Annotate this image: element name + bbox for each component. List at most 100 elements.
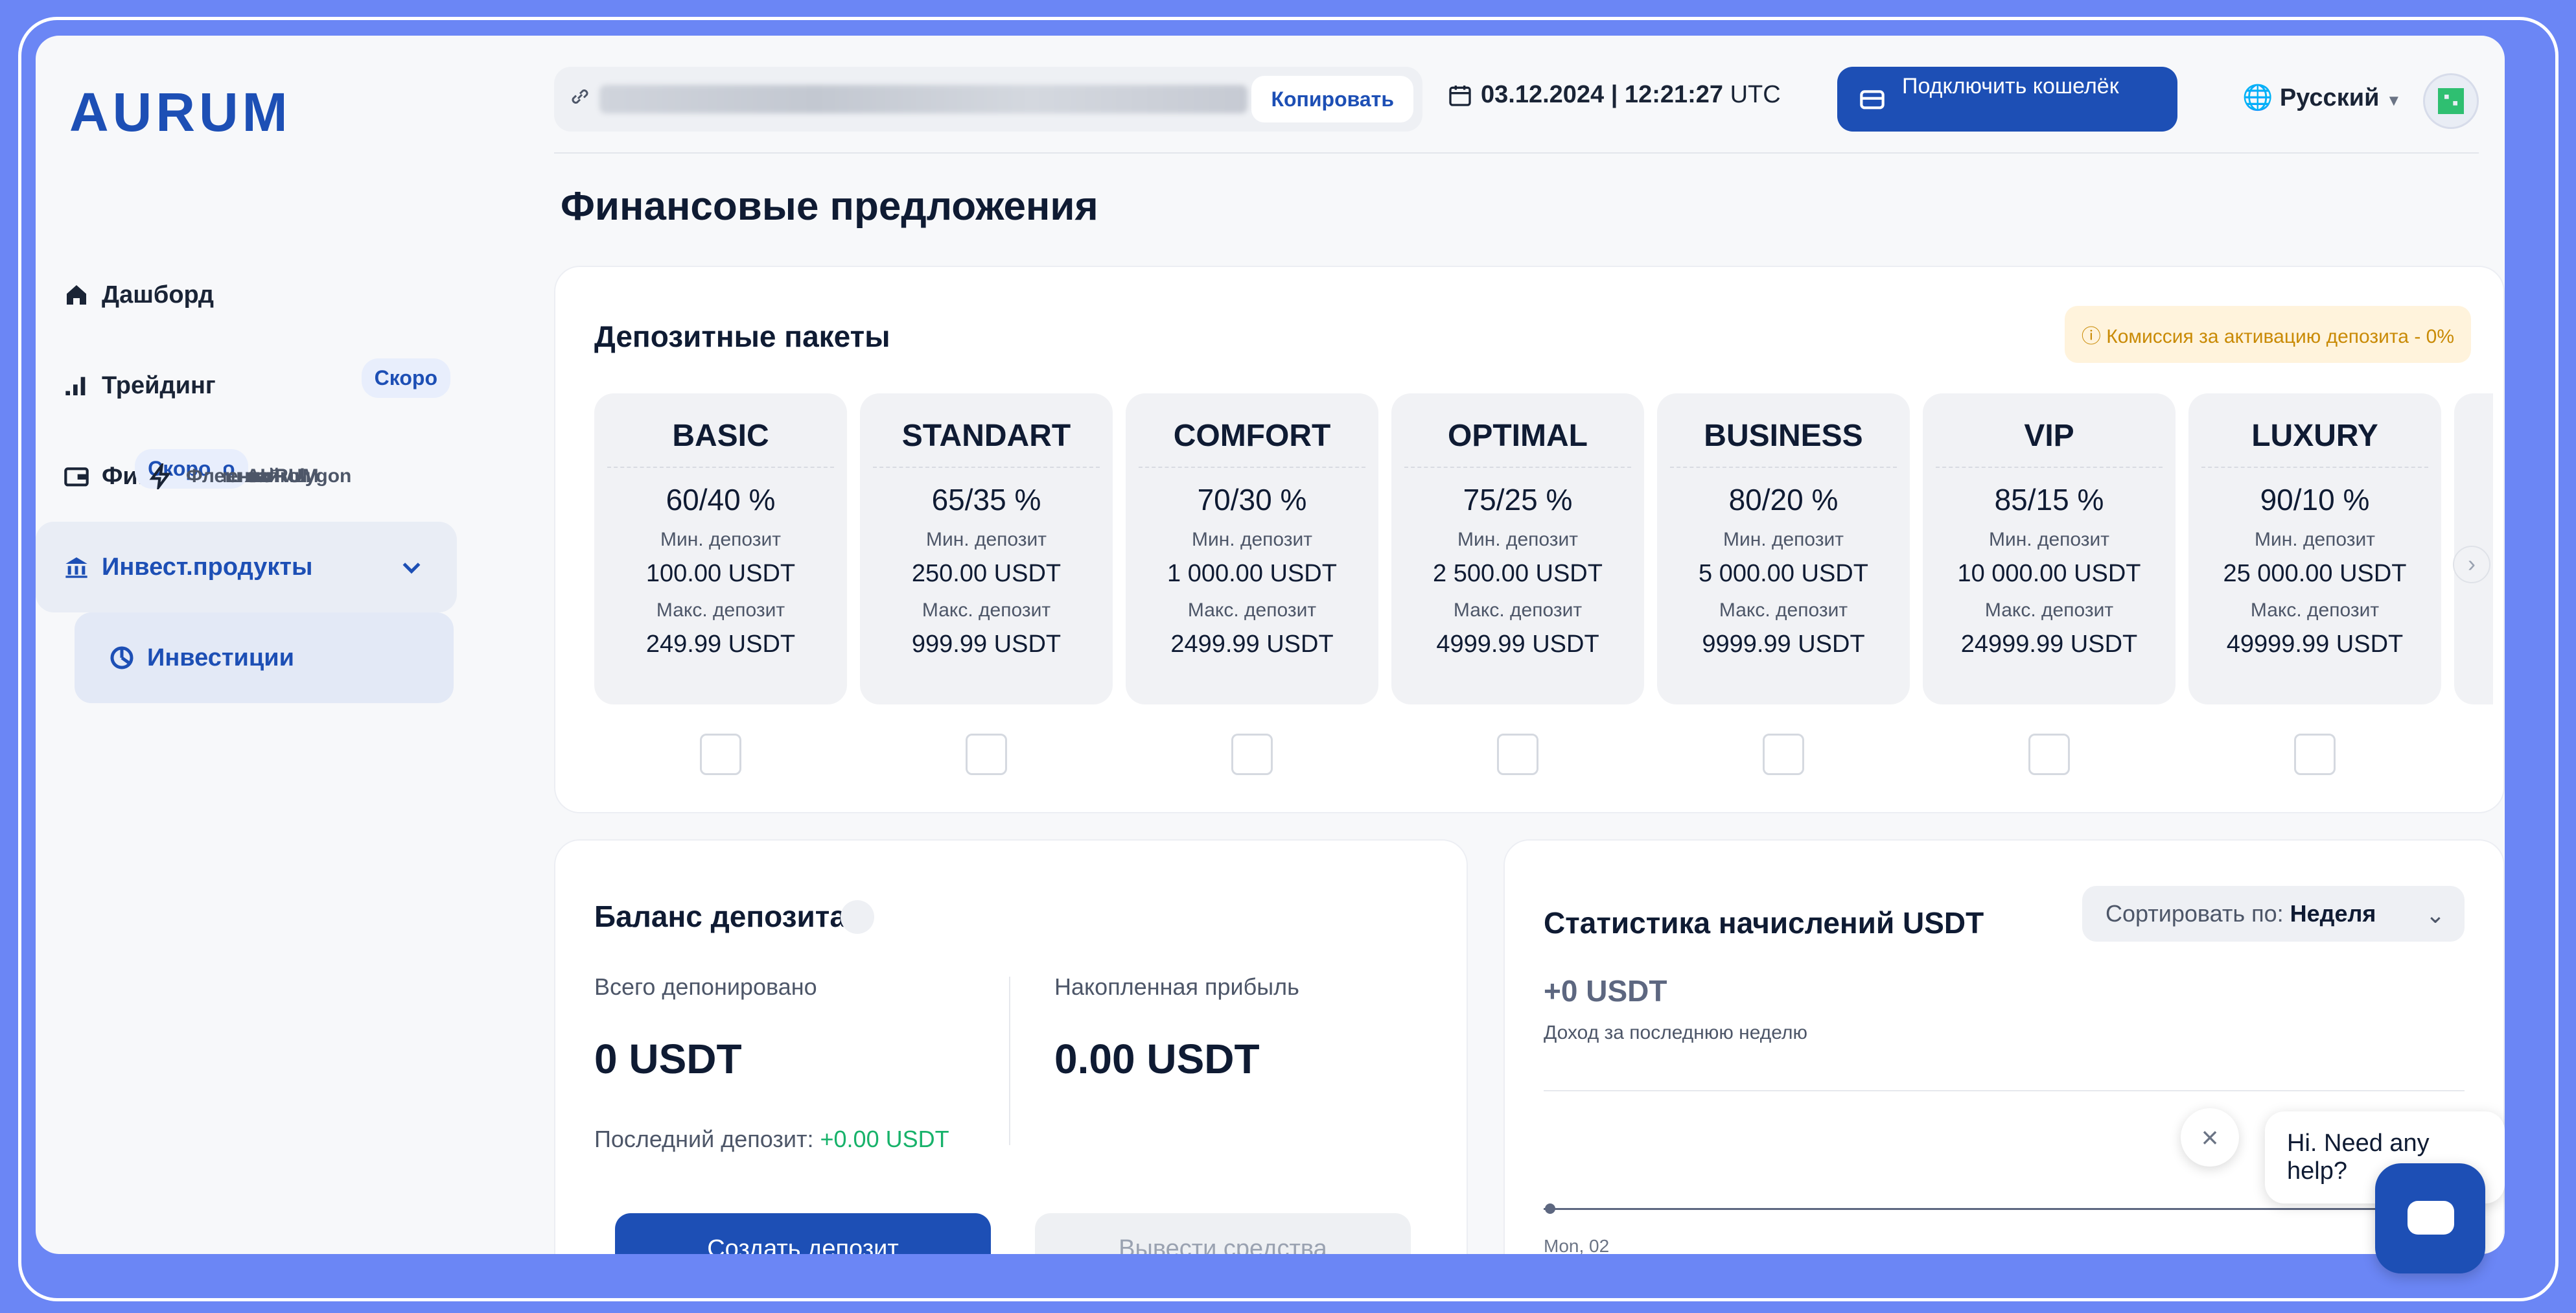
min-deposit-value: 5 000.00 USDT [1699, 560, 1868, 587]
bars-icon [62, 371, 91, 401]
soon-badge: Скоро [361, 358, 450, 398]
copy-button[interactable]: Копировать [1251, 76, 1413, 122]
withdraw-button[interactable]: Вывести средства [1035, 1213, 1411, 1254]
min-deposit-label: Мин. депозит [1457, 529, 1579, 550]
package-ratio: 80/20 % [1728, 483, 1839, 517]
package-checkbox[interactable] [1497, 734, 1538, 775]
language-select[interactable]: 🌐 Русский ▼ [2242, 84, 2402, 112]
chat-launcher-button[interactable] [2375, 1163, 2485, 1273]
link-icon [568, 85, 592, 111]
avatar[interactable] [2423, 73, 2479, 129]
x-tick-first: Mon, 02 [1544, 1236, 1610, 1254]
max-deposit-value: 999.99 USDT [911, 631, 1062, 658]
flash-icon [146, 461, 176, 491]
accumulated-profit-value: 0.00 USDT [1054, 1036, 1260, 1082]
package-card[interactable]: BASIC 60/40 % Мин. депозит 100.00 USDT Макс.… [594, 393, 847, 704]
max-deposit-value: 249.99 USDT [645, 631, 796, 658]
sidebar-item-invest-products[interactable]: Инвест.продукты [36, 522, 457, 612]
close-chat-button[interactable]: × [2181, 1108, 2239, 1167]
total-deposited-label: Всего депонировано [594, 973, 817, 1000]
language-label: Русский [2279, 84, 2380, 111]
max-deposit-label: Макс. депозит [2250, 599, 2380, 621]
package-card[interactable]: OPTIMAL 75/25 % Мин. депозит 2 500.00 USDT М… [1391, 393, 1644, 704]
max-deposit-label: Макс. депозит [1453, 599, 1583, 621]
commission-note-text: Комиссия за активацию депозита - 0% [2106, 326, 2454, 347]
package-name: COMFORT [1139, 418, 1365, 468]
aurum-logo[interactable]: AURUM [69, 81, 292, 144]
sidebar-item-trading[interactable]: Трейдинг Скоро [36, 340, 476, 431]
chevron-down-icon: ⌄ [2425, 901, 2445, 928]
package-card[interactable]: COMFORT 70/30 % Мин. депозит 1 000.00 USDT М… [1126, 393, 1378, 704]
hide-eye-icon[interactable] [841, 900, 874, 934]
max-deposit-value: 4999.99 USDT [1436, 631, 1599, 658]
accumulated-profit-label: Накопленная прибыль [1054, 973, 1299, 1000]
carousel-next-button[interactable]: › [2453, 546, 2490, 583]
max-deposit-label: Макс. депозит [1984, 599, 2114, 621]
blurred-link-text [599, 85, 1247, 113]
package-card[interactable]: BUSINESS 80/20 % Мин. депозит 5 000.00 USDT… [1657, 393, 1910, 704]
max-deposit-value: 9999.99 USDT [1702, 631, 1865, 658]
pie-icon [107, 643, 137, 673]
min-deposit-label: Мин. депозит [1191, 529, 1313, 550]
referral-link-field[interactable]: Копировать [554, 67, 1422, 132]
min-deposit-value: 25 000.00 USDT [2223, 560, 2407, 587]
globe-icon: 🌐 [2242, 84, 2273, 111]
bank-icon [62, 552, 91, 582]
connect-wallet-button[interactable]: Подключить кошелёк [1837, 67, 2177, 132]
max-deposit-label: Макс. депозит [1187, 599, 1317, 621]
package-checkbox[interactable] [1763, 734, 1804, 775]
datetime: 03.12.2024 | 12:21:27 UTC [1481, 81, 1781, 109]
max-deposit-value: 2499.99 USDT [1170, 631, 1334, 658]
wallet-icon [1859, 86, 1885, 117]
max-deposit-value: 24999.99 USDT [1960, 631, 2138, 658]
package-ratio: 85/15 % [1994, 483, 2104, 517]
package-checkbox[interactable] [700, 734, 741, 775]
sort-value: Неделя [2290, 900, 2376, 927]
min-deposit-label: Мин. депозит [925, 529, 1047, 550]
max-deposit-value: 49999.99 USDT [2226, 631, 2404, 658]
last-deposit-label: Последний депозит: [594, 1126, 814, 1152]
package-name: STANDART [873, 418, 1100, 468]
package-card[interactable]: VIP 85/15 % Мин. депозит 10 000.00 USDT Макс… [1923, 393, 2176, 704]
package-card[interactable]: LUXURY 90/10 % Мин. депозит 25 000.00 USDT М… [2188, 393, 2441, 704]
package-ratio: 75/25 % [1463, 483, 1573, 517]
deposit-packages-title: Депозитные пакеты [594, 320, 890, 353]
sort-select[interactable]: Сортировать по: Неделя ⌄ [2082, 886, 2465, 942]
sidebar-item-dashboard[interactable]: Дашборд [36, 250, 476, 340]
package-checkbox[interactable] [2028, 734, 2070, 775]
package-card[interactable]: STANDART 65/35 % Мин. депозит 250.00 USDT Ма… [860, 393, 1113, 704]
min-deposit-value: 250.00 USDT [911, 560, 1062, 587]
package-name: LUXURY [2201, 418, 2428, 468]
package-name: OPTIMAL [1404, 418, 1631, 468]
topbar: Копировать 03.12.2024 | 12:21:27 UTC Под… [554, 67, 2479, 132]
sidebar-item-investments[interactable]: Инвестиции [75, 612, 454, 703]
sidebar-item-label: Трейдинг [102, 371, 216, 399]
package-checkbox[interactable] [2294, 734, 2336, 775]
date-value: 03.12.2024 | 12:21:27 [1481, 81, 1724, 108]
min-deposit-label: Мин. депозит [2254, 529, 2376, 550]
package-checkbox[interactable] [1231, 734, 1273, 775]
page-title: Финансовые предложения [561, 184, 1098, 229]
min-deposit-label: Мин. депозит [660, 529, 782, 550]
package-name: BASIC [607, 418, 834, 468]
sidebar-item-flash-loans[interactable]: Флеш-займы [75, 431, 311, 522]
chevron-down-icon[interactable] [399, 554, 424, 587]
min-deposit-label: Мин. депозит [1723, 529, 1844, 550]
sort-label: Сортировать по: [2106, 900, 2284, 927]
sidebar-item-label: Флеш-займы [186, 465, 311, 487]
create-deposit-button[interactable]: Создать депозит [615, 1213, 991, 1254]
chart-gridline [1544, 1090, 2465, 1091]
max-deposit-label: Макс. депозит [656, 599, 785, 621]
max-deposit-label: Макс. депозит [1719, 599, 1848, 621]
chart-point [1545, 1203, 1555, 1214]
package-ratio: 90/10 % [2260, 483, 2370, 517]
calendar-icon [1447, 82, 1473, 111]
min-deposit-label: Мин. депозит [1988, 529, 2110, 550]
info-icon: ⓘ [2081, 326, 2101, 347]
min-deposit-value: 2 500.00 USDT [1433, 560, 1603, 587]
package-checkbox[interactable] [966, 734, 1007, 775]
connect-wallet-label: Подключить кошелёк [1902, 74, 2119, 99]
home-icon [62, 280, 91, 310]
min-deposit-value: 100.00 USDT [645, 560, 796, 587]
caret-down-icon: ▼ [2386, 92, 2402, 110]
